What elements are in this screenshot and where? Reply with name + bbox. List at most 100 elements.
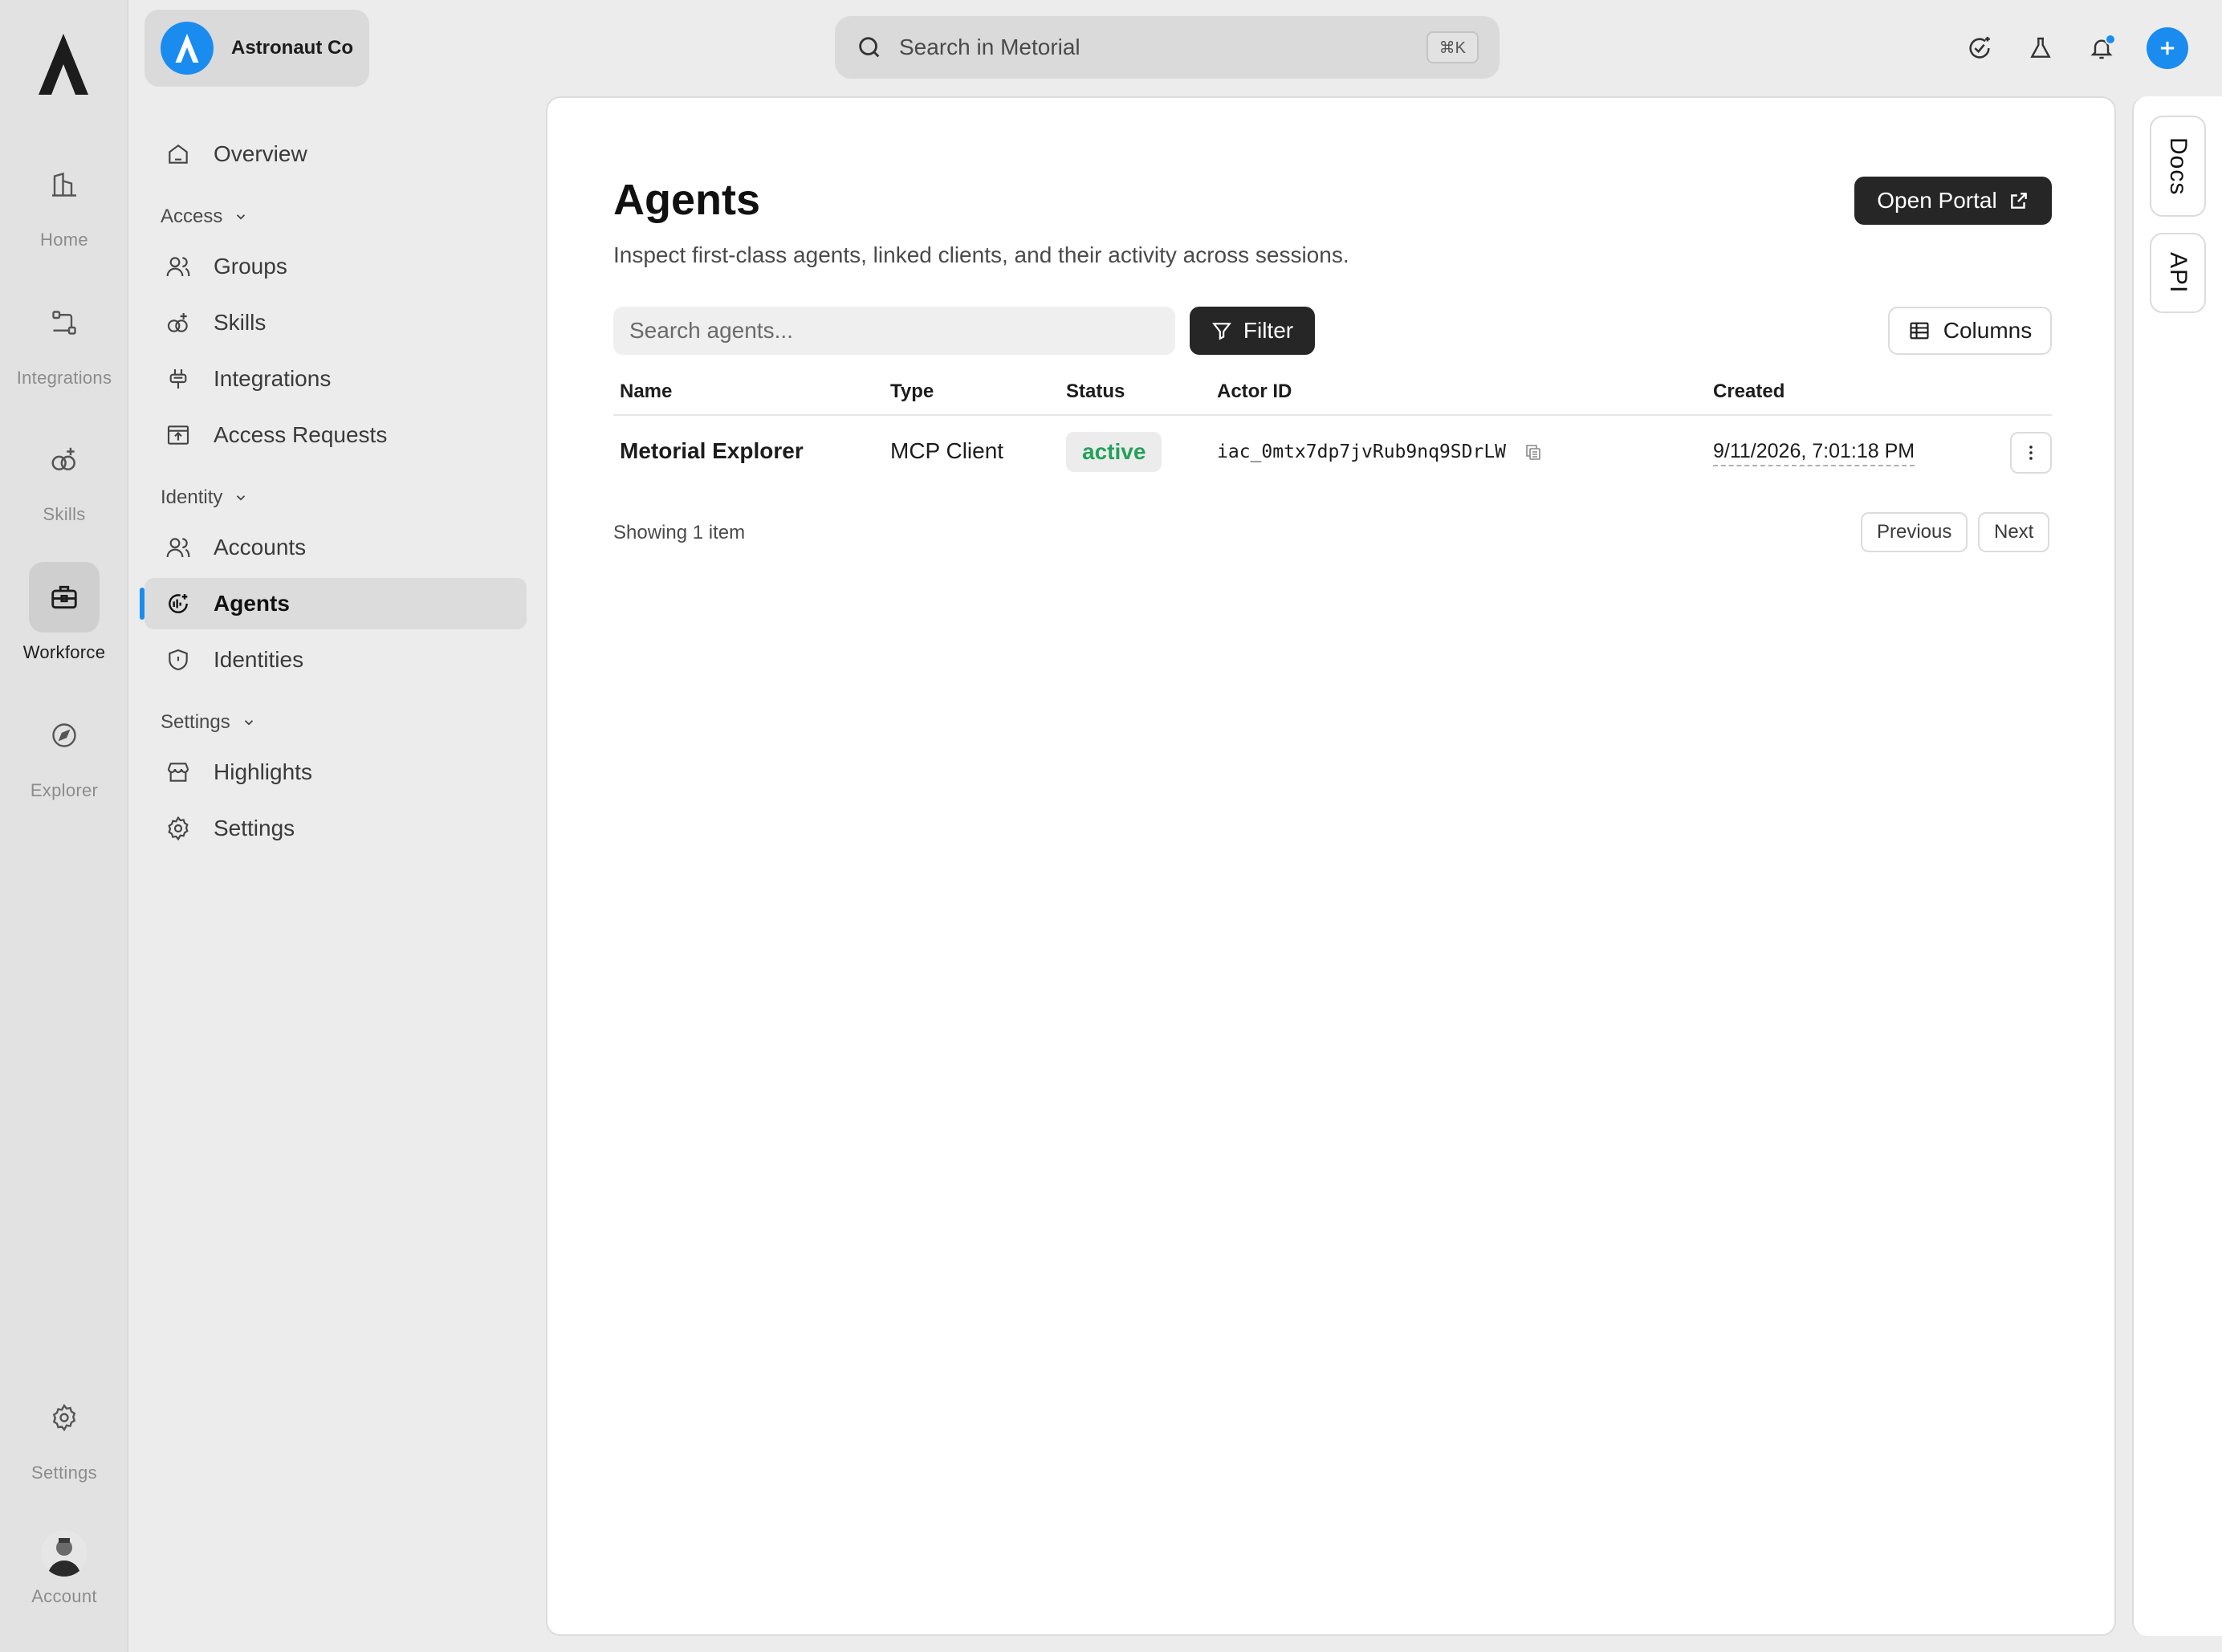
agent-name: Metorial Explorer (620, 438, 804, 463)
table-row[interactable]: Metorial Explorer MCP Client active iac_… (613, 416, 2052, 488)
section-label: Access (161, 205, 223, 227)
labs-button[interactable] (2025, 32, 2057, 64)
nav-label: Accounts (214, 535, 307, 559)
docs-tab[interactable]: Docs (2150, 116, 2206, 217)
nav-label: Integrations (214, 366, 332, 391)
column-header-actor-id[interactable]: Actor ID (1217, 380, 1292, 403)
row-actions-button[interactable] (2010, 432, 2052, 474)
tab-label: Docs (2165, 136, 2191, 196)
rail-item-explorer[interactable]: Explorer (0, 700, 128, 801)
store-icon (165, 759, 191, 785)
secondary-nav: Overview Access Groups Skills Integratio… (140, 128, 530, 859)
rail-label: Explorer (30, 780, 99, 800)
notifications-button[interactable] (2086, 32, 2118, 64)
copy-icon[interactable] (1524, 442, 1543, 462)
notification-dot (2105, 34, 2116, 45)
nav-item-accounts[interactable]: Accounts (144, 522, 527, 573)
nav-item-integrations[interactable]: Integrations (144, 353, 527, 405)
gear-icon (50, 1403, 79, 1432)
flask-icon (2028, 35, 2053, 61)
building-icon (50, 170, 79, 199)
nav-section-settings[interactable]: Settings (144, 702, 530, 743)
rail-label: Account (31, 1586, 97, 1606)
created-timestamp: 9/11/2026, 7:01:18 PM (1713, 440, 1915, 466)
item-count: Showing 1 item (613, 522, 746, 543)
open-portal-button[interactable]: Open Portal (1854, 177, 2052, 225)
status-badge: active (1066, 432, 1162, 472)
external-link-icon (1997, 190, 2029, 211)
section-label: Identity (161, 486, 223, 508)
nav-label: Identities (214, 647, 304, 672)
rail-item-skills[interactable]: Skills (0, 424, 128, 525)
page-subtitle: Inspect first-class agents, linked clien… (613, 242, 1349, 267)
next-button[interactable]: Next (1978, 512, 2050, 552)
rail-item-settings[interactable]: Settings (0, 1382, 128, 1483)
workflow-icon (50, 308, 79, 337)
nav-item-identities[interactable]: Identities (144, 634, 527, 686)
table-icon (1908, 319, 1943, 342)
column-header-name[interactable]: Name (620, 380, 672, 403)
chat-sparkle-icon (1966, 35, 1993, 62)
nav-section-identity[interactable]: Identity (144, 477, 530, 519)
table-header: Name Type Status Actor ID Created (613, 368, 2052, 416)
primary-rail: Home Integrations Skills Workforce Explo… (0, 0, 128, 1652)
button-label: Columns (1943, 318, 2033, 343)
inbox-upload-icon (165, 422, 191, 448)
rail-label: Home (40, 230, 88, 250)
api-tab[interactable]: API (2150, 233, 2206, 313)
shield-icon (165, 647, 191, 673)
org-switcher[interactable]: Astronaut Co (144, 10, 369, 87)
nav-item-agents[interactable]: Agents (140, 578, 527, 629)
rail-item-workforce[interactable]: Workforce (0, 562, 128, 663)
rail-label: Skills (43, 504, 86, 524)
button-label: Filter (1243, 318, 1294, 343)
tab-label: API (2165, 252, 2191, 294)
rail-item-account[interactable]: Account (0, 1530, 128, 1607)
rail-label: Workforce (22, 642, 106, 662)
actor-id: iac_0mtx7dp7jvRub9nq9SDrLW (1217, 441, 1507, 462)
column-header-type[interactable]: Type (890, 380, 934, 403)
chevron-down-icon (234, 490, 248, 505)
metorial-logo[interactable] (37, 32, 90, 96)
nav-item-access-requests[interactable]: Access Requests (144, 409, 527, 461)
global-search[interactable]: Search in Metorial ⌘K (835, 16, 1500, 79)
nav-label: Agents (214, 591, 290, 616)
columns-button[interactable]: Columns (1888, 307, 2052, 355)
compass-icon (50, 721, 79, 750)
section-label: Settings (161, 711, 230, 733)
chevron-down-icon (234, 210, 248, 224)
rail-label: Integrations (16, 368, 112, 388)
main-panel: Agents Inspect first-class agents, linke… (546, 96, 2116, 1636)
nav-item-skills[interactable]: Skills (144, 297, 527, 348)
avatar (41, 1530, 87, 1577)
nav-label: Groups (214, 254, 287, 279)
search-placeholder: Search in Metorial (899, 35, 1080, 59)
nav-label: Settings (214, 816, 295, 840)
column-header-created[interactable]: Created (1713, 380, 1785, 403)
rail-item-integrations[interactable]: Integrations (0, 287, 128, 389)
skills-icon (165, 310, 191, 336)
plug-icon (165, 366, 191, 392)
agent-icon (165, 591, 191, 616)
column-header-status[interactable]: Status (1066, 380, 1125, 403)
feedback-button[interactable] (1964, 32, 1996, 64)
agent-search-input[interactable] (613, 307, 1175, 355)
nav-item-groups[interactable]: Groups (144, 241, 527, 292)
gear-icon (165, 816, 191, 841)
rail-item-home[interactable]: Home (0, 149, 128, 250)
nav-label: Overview (214, 141, 307, 166)
chevron-down-icon (242, 715, 256, 730)
button-label: Open Portal (1877, 188, 1997, 213)
filter-button[interactable]: Filter (1190, 307, 1315, 355)
briefcase-icon (49, 582, 79, 612)
create-button[interactable] (2147, 27, 2188, 69)
nav-section-access[interactable]: Access (144, 196, 530, 238)
skills-icon (49, 444, 79, 474)
nav-label: Skills (214, 310, 267, 335)
filter-icon (1211, 320, 1243, 341)
nav-item-highlights[interactable]: Highlights (144, 747, 527, 798)
nav-item-overview[interactable]: Overview (144, 128, 527, 180)
nav-item-settings[interactable]: Settings (144, 803, 527, 854)
page-title: Agents (613, 176, 761, 224)
previous-button[interactable]: Previous (1861, 512, 1968, 552)
